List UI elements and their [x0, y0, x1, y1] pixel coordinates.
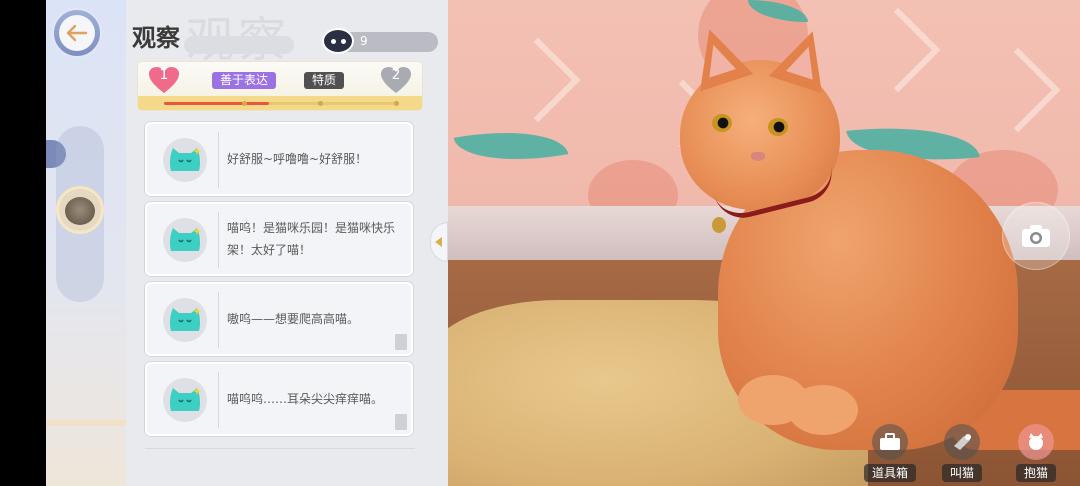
trait-progress-fill [164, 102, 269, 105]
toolbox-label: 道具箱 [863, 464, 916, 482]
cat-face-icon [163, 218, 207, 262]
hug-cat-icon [1018, 424, 1054, 460]
cat-selector-strip [46, 0, 126, 486]
trait-tag-primary[interactable]: 善于表达 [212, 72, 277, 89]
collar-bell [712, 217, 726, 233]
cat-paw [788, 385, 858, 435]
observation-text: 好舒服~呼噜噜~好舒服！ [227, 152, 368, 166]
list-bottom-divider [145, 448, 415, 449]
trait-tag-secondary[interactable]: 特质 [304, 72, 345, 89]
energy-counter: 9 [322, 28, 438, 54]
cat-scene [448, 0, 1080, 486]
cat-face-icon [163, 298, 207, 342]
document-icon [395, 334, 407, 350]
call-cat-icon [944, 424, 980, 460]
title-underline [184, 36, 294, 54]
back-arrow-icon [66, 24, 88, 42]
toolbox-icon [872, 424, 908, 460]
back-button[interactable] [52, 8, 102, 58]
cat-avatar[interactable] [56, 186, 104, 234]
document-icon [395, 414, 407, 430]
trait-level-right: 2 [391, 67, 401, 83]
cat-face-icon [163, 378, 207, 422]
observation-card[interactable]: 嗷呜——想要爬高高喵。 [145, 282, 413, 356]
trait-header: 1 善于表达 特质 2 [138, 62, 422, 110]
trait-level-left: 1 [159, 67, 169, 83]
hug-cat-button[interactable]: 抱猫 [1004, 424, 1068, 482]
energy-value: 9 [360, 34, 368, 48]
call-cat-button[interactable]: 叫猫 [930, 424, 994, 482]
chevron-left-icon [435, 237, 442, 247]
toolbox-button[interactable]: 道具箱 [858, 424, 922, 482]
trait-progress-track [138, 96, 422, 110]
observation-list: 好舒服~呼噜噜~好舒服！ 喵呜！是猫咪乐园！是猫咪快乐架！太好了喵！ 嗷呜——想… [145, 122, 415, 442]
observation-text: 嗷呜——想要爬高高喵。 [227, 312, 360, 326]
observation-text: 喵呜呜……耳朵尖尖痒痒喵。 [227, 392, 384, 406]
observation-card[interactable]: 喵呜！是猫咪乐园！是猫咪快乐架！太好了喵！ [145, 202, 413, 276]
cat-head-icon [322, 28, 354, 54]
observation-card[interactable]: 好舒服~呼噜噜~好舒服！ [145, 122, 413, 196]
camera-icon [1022, 225, 1050, 247]
observation-card[interactable]: 喵呜呜……耳朵尖尖痒痒喵。 [145, 362, 413, 436]
panel-watermark: 观察 [186, 0, 290, 70]
cat-face-icon [163, 138, 207, 182]
page-title: 观察 [132, 24, 180, 52]
hug-cat-label: 抱猫 [1015, 464, 1056, 482]
observation-text: 喵呜！是猫咪乐园！是猫咪快乐架！太好了喵！ [227, 221, 396, 257]
camera-button[interactable] [1002, 202, 1070, 270]
call-cat-label: 叫猫 [941, 464, 982, 482]
